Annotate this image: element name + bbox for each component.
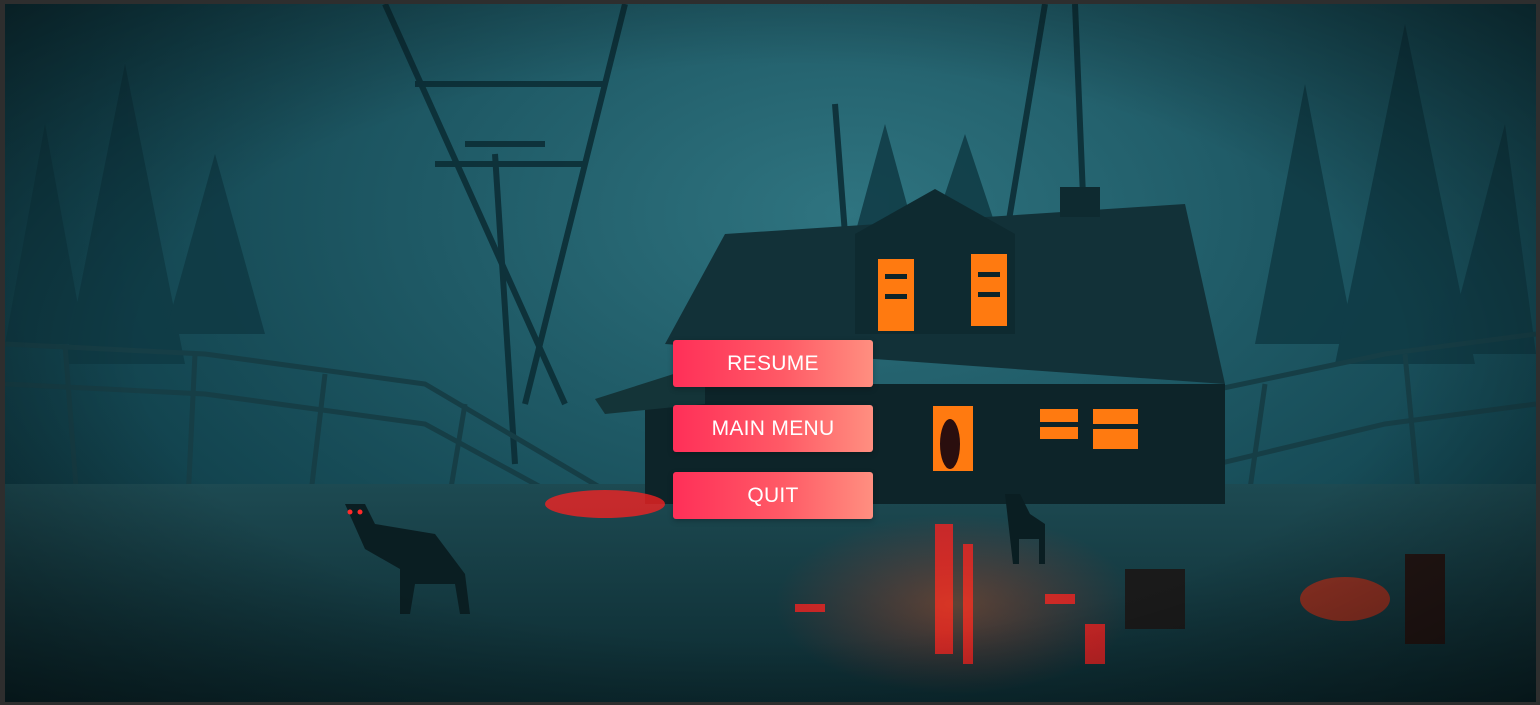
game-window: RESUME MAIN MENU QUIT xyxy=(0,0,1540,705)
resume-button[interactable]: RESUME xyxy=(673,340,873,387)
quit-button[interactable]: QUIT xyxy=(673,472,873,519)
main-menu-button[interactable]: MAIN MENU xyxy=(673,405,873,452)
game-viewport: RESUME MAIN MENU QUIT xyxy=(5,4,1536,702)
